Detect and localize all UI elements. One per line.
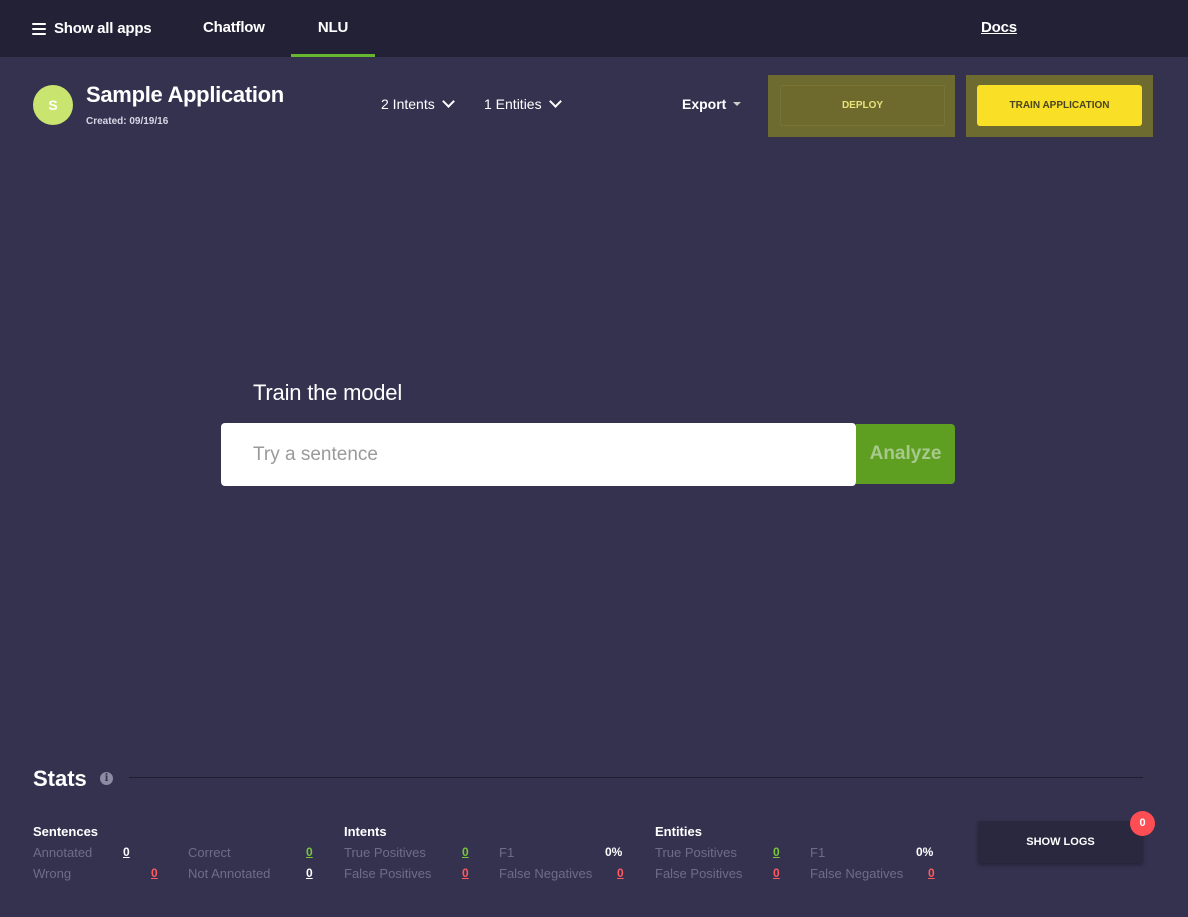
info-icon[interactable]: i xyxy=(100,772,113,785)
caret-down-icon xyxy=(733,102,742,106)
entities-f1-value: 0% xyxy=(916,845,934,859)
app-created-date: Created: 09/19/16 xyxy=(86,116,169,127)
entities-false-positives-value[interactable]: 0 xyxy=(773,866,780,880)
train-model-heading: Train the model xyxy=(253,380,403,405)
hamburger-menu-icon xyxy=(32,23,46,35)
intents-true-positives-label: True Positives xyxy=(344,845,426,860)
entities-false-negatives-value[interactable]: 0 xyxy=(928,866,935,880)
entities-true-positives-value[interactable]: 0 xyxy=(773,845,780,859)
entities-false-positives-label: False Positives xyxy=(655,866,743,881)
not-annotated-value[interactable]: 0 xyxy=(306,866,313,880)
intents-f1-value: 0% xyxy=(605,845,623,859)
entities-stats-title: Entities xyxy=(655,824,702,839)
train-application-button[interactable]: TRAIN APPLICATION xyxy=(977,85,1142,126)
intents-false-negatives-value[interactable]: 0 xyxy=(617,866,624,880)
correct-label: Correct xyxy=(188,845,231,860)
wrong-label: Wrong xyxy=(33,866,72,881)
not-annotated-label: Not Annotated xyxy=(188,866,271,881)
intents-f1-label: F1 xyxy=(499,845,515,860)
app-title: Sample Application xyxy=(86,82,284,107)
intents-false-negatives-label: False Negatives xyxy=(499,866,593,881)
app-avatar: S xyxy=(33,85,73,125)
intents-stats-title: Intents xyxy=(344,824,387,839)
docs-link[interactable]: Docs xyxy=(981,0,1017,57)
wrong-value[interactable]: 0 xyxy=(151,866,158,880)
intents-dropdown-label: 2 Intents xyxy=(381,96,435,112)
sentence-input[interactable] xyxy=(221,423,856,486)
intents-false-positives-label: False Positives xyxy=(344,866,432,881)
entities-f1-label: F1 xyxy=(810,845,826,860)
entities-false-negatives-label: False Negatives xyxy=(810,866,904,881)
entities-dropdown[interactable]: 1 Entities xyxy=(484,95,562,112)
annotated-value[interactable]: 0 xyxy=(123,845,130,859)
export-dropdown[interactable]: Export xyxy=(682,96,742,112)
logs-count-badge: 0 xyxy=(1130,811,1155,836)
sentences-title: Sentences xyxy=(33,824,99,839)
chevron-down-icon xyxy=(548,95,562,108)
stats-divider xyxy=(129,777,1143,778)
show-all-apps-label: Show all apps xyxy=(54,20,152,37)
annotated-label: Annotated xyxy=(33,845,93,860)
correct-value[interactable]: 0 xyxy=(306,845,313,859)
tab-nlu[interactable]: NLU xyxy=(291,0,375,57)
top-navigation: Show all apps Chatflow NLU Docs xyxy=(0,0,1188,57)
active-tab-indicator xyxy=(291,54,375,57)
analyze-button[interactable]: Analyze xyxy=(856,424,955,484)
intents-false-positives-value[interactable]: 0 xyxy=(462,866,469,880)
intents-dropdown[interactable]: 2 Intents xyxy=(381,95,455,112)
entities-dropdown-label: 1 Entities xyxy=(484,96,542,112)
show-logs-button[interactable]: SHOW LOGS xyxy=(978,821,1143,863)
deploy-button[interactable]: DEPLOY xyxy=(780,85,945,126)
show-all-apps-button[interactable]: Show all apps xyxy=(32,0,152,57)
intents-true-positives-value[interactable]: 0 xyxy=(462,845,469,859)
stats-heading: Stats xyxy=(33,766,87,791)
export-label: Export xyxy=(682,96,727,112)
tab-chatflow[interactable]: Chatflow xyxy=(203,0,265,57)
entities-true-positives-label: True Positives xyxy=(655,845,737,860)
chevron-down-icon xyxy=(441,95,455,108)
